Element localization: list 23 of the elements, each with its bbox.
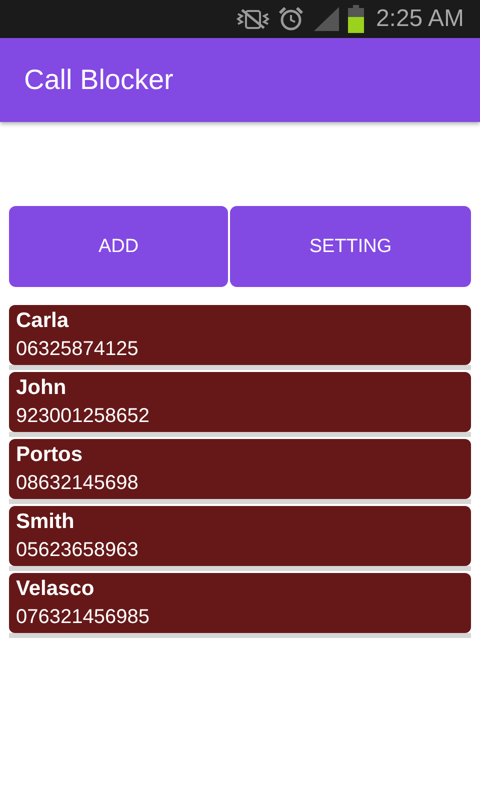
contact-number: 076321456985 xyxy=(16,605,150,630)
contact-number: 06325874125 xyxy=(16,337,138,362)
contact-name: Carla xyxy=(16,308,69,334)
setting-button[interactable]: SETTING xyxy=(230,206,471,287)
contact-item[interactable]: Velasco 076321456985 xyxy=(9,573,471,633)
battery-icon xyxy=(348,5,364,33)
vibrate-off-icon xyxy=(236,8,270,30)
contact-item[interactable]: Smith 05623658963 xyxy=(9,506,471,566)
contact-name: Velasco xyxy=(16,576,94,602)
contact-item[interactable]: John 923001258652 xyxy=(9,372,471,432)
contact-name: Portos xyxy=(16,442,83,468)
signal-icon xyxy=(312,6,340,32)
add-button[interactable]: ADD xyxy=(9,206,228,287)
app-title: Call Blocker xyxy=(24,64,174,96)
contact-item[interactable]: Portos 08632145698 xyxy=(9,439,471,499)
contact-name: John xyxy=(16,375,66,401)
alarm-icon xyxy=(278,6,304,32)
contact-name: Smith xyxy=(16,509,74,535)
contact-number: 923001258652 xyxy=(16,404,150,429)
contact-number: 05623658963 xyxy=(16,538,138,563)
contact-item[interactable]: Carla 06325874125 xyxy=(9,305,471,365)
contact-number: 08632145698 xyxy=(16,471,138,496)
status-time: 2:25 AM xyxy=(376,5,464,33)
